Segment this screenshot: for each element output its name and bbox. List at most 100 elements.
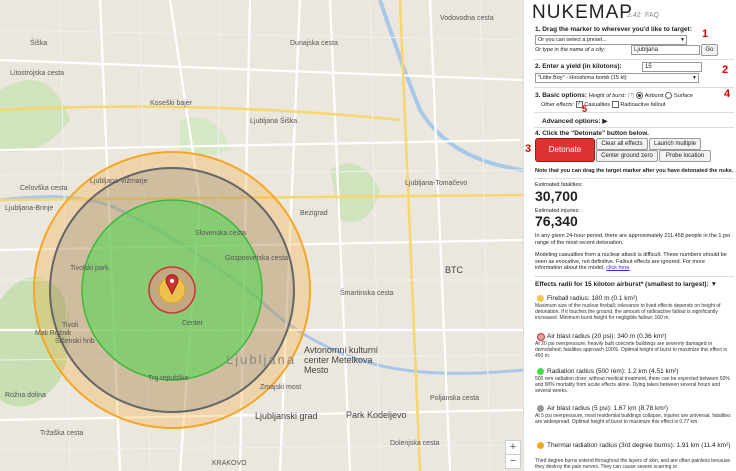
- help-link[interactable]: (?): [628, 93, 635, 99]
- divider: [534, 59, 734, 60]
- map-view[interactable]: Šiška Ljubljana Šiška Litostrojska cesta…: [0, 0, 523, 471]
- chevron-down-icon: ▼: [692, 75, 697, 81]
- map-label: Litostrojska cesta: [10, 70, 65, 77]
- version-label: 2.42: [627, 12, 641, 19]
- chevron-down-icon: ▼: [710, 281, 717, 288]
- map-label: Avtonomni kulturni center Metelkova Mest…: [304, 345, 378, 375]
- height-of-burst-label: Height of burst:: [588, 93, 626, 100]
- fallout-label: Radioactive fallout: [620, 102, 666, 109]
- annotation-3: 3: [525, 143, 532, 155]
- preset-select[interactable]: Or you can select a preset... ▼: [535, 35, 687, 45]
- divider: [534, 87, 734, 88]
- air-blast-5psi-swatch: [537, 405, 544, 412]
- effects-header[interactable]: Effects radii for 15 kiloton airburst* (…: [535, 281, 717, 288]
- injuries-value: 76,340: [535, 213, 578, 229]
- zoom-out-button[interactable]: −: [506, 454, 520, 468]
- airburst-radio[interactable]: [636, 92, 644, 99]
- thermal-swatch: [537, 442, 544, 449]
- city-label: Or type in the name of a city:: [535, 47, 606, 53]
- faq-link[interactable]: FAQ: [645, 12, 659, 19]
- advanced-options-toggle[interactable]: Advanced options: ▶: [542, 117, 607, 125]
- fireball-desc: Maximum size of the nuclear fireball; re…: [535, 303, 721, 321]
- city-input[interactable]: Ljubljana: [631, 45, 700, 55]
- disclaimer-body: Modeling casualties from a nuclear attac…: [535, 252, 727, 271]
- fireball-title: Fireball radius: 180 m (0.1 km²): [547, 295, 638, 302]
- radiation-desc: 500 rem radiation dose; without medical …: [535, 376, 730, 394]
- air-blast-5psi-title: Air blast radius (5 psi): 1.67 km (8.78 …: [547, 405, 669, 412]
- map-label: Tržaška cesta: [40, 430, 84, 437]
- chevron-right-icon: ▶: [602, 118, 608, 125]
- radiation-title: Radiation radius (500 rem): 1.2 km (4.51…: [547, 368, 679, 375]
- clear-effects-button[interactable]: Clear all effects: [596, 138, 648, 150]
- divider: [534, 127, 734, 128]
- zoom-in-button[interactable]: +: [506, 441, 520, 454]
- divider: [534, 276, 734, 277]
- app-title: NUKEMAP: [532, 2, 633, 23]
- map-label: Mali Rožnik: [35, 330, 72, 337]
- thermal-title: Thermal radiation radius (3rd degree bur…: [547, 442, 731, 449]
- yield-preset-select[interactable]: "Little Boy" - Hiroshima bomb (15 kt) ▼: [535, 73, 699, 83]
- surface-radio[interactable]: [665, 92, 673, 99]
- map-label: Dunajska cesta: [290, 40, 338, 47]
- yield-input[interactable]: 15: [642, 62, 702, 72]
- chevron-down-icon: ▼: [680, 37, 685, 43]
- click-here-link[interactable]: click here: [606, 265, 629, 271]
- map-label: Šiška: [30, 40, 48, 47]
- go-button[interactable]: Go: [701, 44, 718, 56]
- zoom-control: + −: [505, 440, 521, 469]
- map-label: Ljubljana Šiška: [250, 118, 298, 125]
- map-label: Ljubljanski grad: [255, 411, 318, 421]
- daytime-population-text: In any given 24-hour period, there are a…: [535, 233, 730, 246]
- probe-location-button[interactable]: Probe location: [659, 150, 711, 162]
- map-label: Center: [182, 320, 204, 327]
- map-label: Ljubljana-Brinje: [5, 205, 54, 212]
- map-label: Šmartinska cesta: [340, 290, 394, 297]
- map-label: BTC: [445, 265, 463, 275]
- radiation-swatch: [537, 368, 544, 375]
- air-blast-20psi-swatch: [537, 333, 545, 341]
- fallout-checkbox[interactable]: [611, 101, 619, 108]
- annotation-1: 1: [702, 28, 709, 40]
- thermal-desc: Third degree burns extend throughout the…: [535, 458, 731, 470]
- fireball-swatch: [537, 295, 544, 302]
- advanced-options-label: Advanced options:: [542, 118, 601, 125]
- disclaimer-text: Modeling casualties from a nuclear attac…: [535, 252, 731, 272]
- step4-label: 4. Click the "Detonate" button below.: [535, 130, 649, 137]
- map-label: Gosposvetska cesta: [225, 255, 289, 262]
- other-effects-label: Other effects:: [541, 102, 575, 109]
- map-label: Park Kodeljevo: [346, 410, 407, 420]
- step1-label: 1. Drag the marker to wherever you'd lik…: [535, 26, 692, 33]
- casualties-label: Casualties: [584, 102, 611, 109]
- other-effects-row: Other effects: ✓ Casualties Radioactive …: [541, 101, 665, 108]
- basic-options-row: 3. Basic options: Height of burst: (?) A…: [535, 92, 693, 99]
- control-panel: NUKEMAP 2.42 FAQ 1. Drag the marker to w…: [523, 0, 736, 471]
- fatalities-value: 30,700: [535, 188, 578, 204]
- map-label: Bezigrad: [300, 210, 328, 217]
- annotation-4: 4: [724, 88, 731, 100]
- effects-header-label: Effects radii for 15 kiloton airburst* (…: [535, 281, 709, 288]
- map-label: Vodovodna cesta: [440, 15, 494, 22]
- air-blast-20psi-title: Air blast radius (20 psi): 340 m (0.36 k…: [547, 333, 667, 340]
- map-label: Tivolski park: [70, 265, 109, 272]
- map-label: Dolenjska cesta: [390, 440, 440, 447]
- air-blast-20psi-desc: At 20 psi overpressure, heavily built co…: [535, 341, 727, 359]
- center-ground-zero-button[interactable]: Center ground zero: [596, 150, 658, 162]
- map-label: Ljubljana-Vižmarje: [90, 178, 148, 185]
- step3-label: 3. Basic options:: [535, 92, 588, 100]
- detonate-button[interactable]: Detonate: [535, 138, 595, 162]
- map-label: Rožna dolina: [5, 392, 46, 399]
- map-label: Šišenski hrib: [55, 338, 95, 345]
- map-label: Zmajski most: [260, 384, 302, 391]
- step2-label: 2. Enter a yield (in kilotons):: [535, 63, 622, 70]
- annotation-2: 2: [722, 64, 729, 76]
- map-city-label: Ljubljana: [226, 352, 297, 367]
- air-blast-5psi-desc: At 5 psi overpressure, most residential …: [535, 413, 731, 425]
- drag-note: Note that you can drag the target marker…: [535, 168, 734, 174]
- map-label: Celovška cesta: [20, 185, 68, 192]
- map-label: Trg republike: [148, 375, 189, 382]
- divider: [534, 178, 734, 179]
- map-label: Slovenska cesta: [195, 230, 246, 237]
- surface-label: Surface: [674, 93, 693, 100]
- map-label: Ljubljana-Tomačevo: [405, 180, 468, 187]
- launch-multiple-button[interactable]: Launch multiple: [649, 138, 701, 150]
